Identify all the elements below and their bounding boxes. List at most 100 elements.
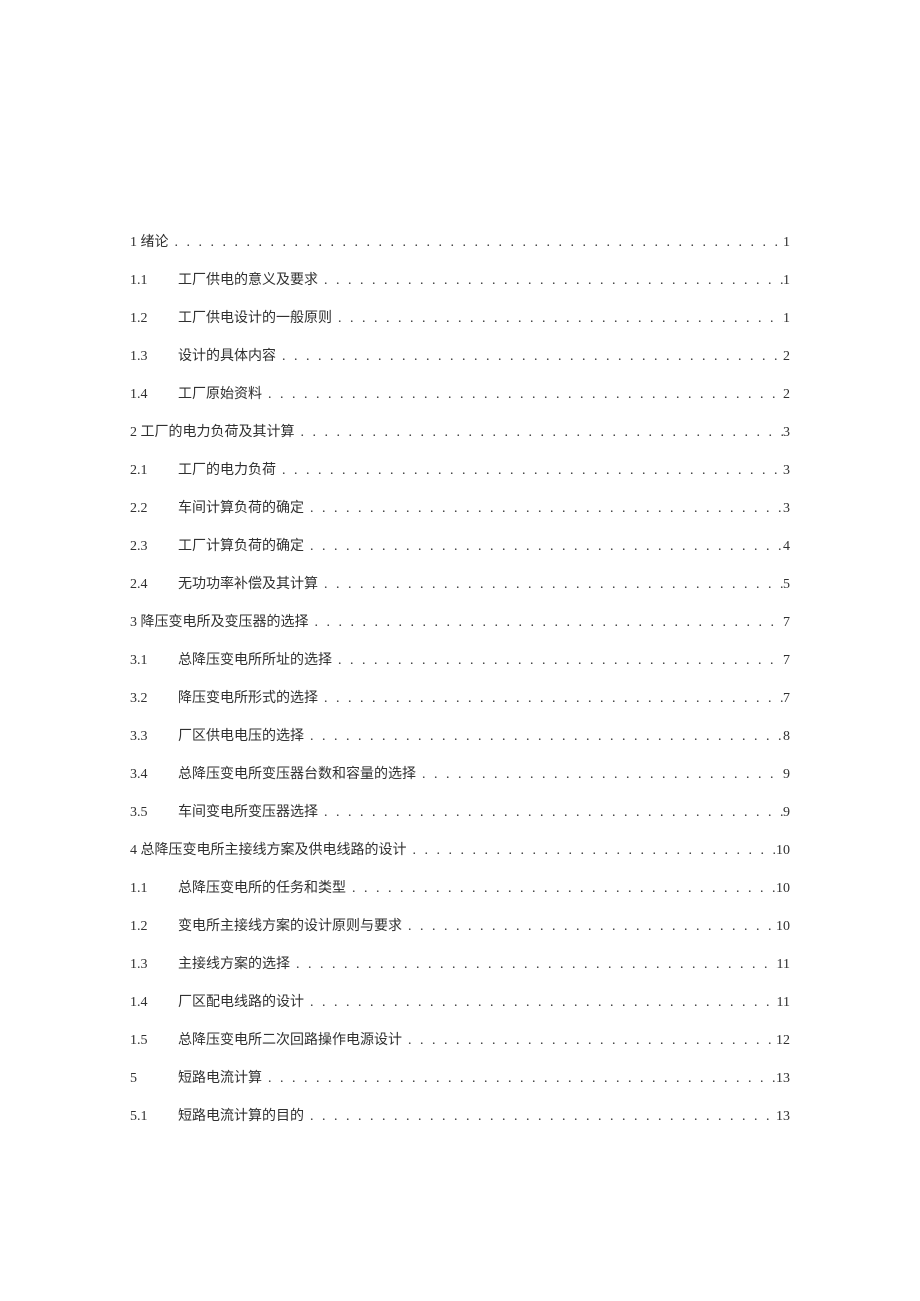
toc-entry: 1 绪论 1 bbox=[130, 232, 790, 253]
toc-entry-title: 车间计算负荷的确定 bbox=[178, 498, 304, 519]
toc-page-number: 8 bbox=[783, 726, 790, 747]
toc-entry-title: 工厂供电的意义及要求 bbox=[178, 270, 318, 291]
toc-page-number: 4 bbox=[783, 536, 790, 557]
toc-chapter-title: 4 总降压变电所主接线方案及供电线路的设计 bbox=[130, 840, 407, 861]
toc-entry-title: 变电所主接线方案的设计原则与要求 bbox=[178, 916, 402, 937]
toc-page-number: 7 bbox=[783, 612, 790, 633]
toc-entry-title: 工厂计算负荷的确定 bbox=[178, 536, 304, 557]
toc-entry-number: 2.2 bbox=[130, 498, 170, 519]
toc-entry: 3.2 降压变电所形式的选择 7 bbox=[130, 688, 790, 709]
toc-page-number: 9 bbox=[783, 802, 790, 823]
toc-entry-number: 3.2 bbox=[130, 688, 170, 709]
toc-dot-leader bbox=[279, 460, 783, 481]
toc-entry-title: 厂区配电线路的设计 bbox=[178, 992, 304, 1013]
toc-entry-title: 短路电流计算的目的 bbox=[178, 1106, 304, 1127]
toc-entry: 3.4 总降压变电所变压器台数和容量的选择 9 bbox=[130, 764, 790, 785]
toc-entry: 4 总降压变电所主接线方案及供电线路的设计 10 bbox=[130, 840, 790, 861]
toc-dot-leader bbox=[349, 878, 776, 899]
toc-entry-number: 1.1 bbox=[130, 270, 170, 291]
toc-page-number: 12 bbox=[776, 1030, 790, 1051]
toc-page-number: 5 bbox=[783, 574, 790, 595]
toc-page-number: 2 bbox=[783, 384, 790, 405]
toc-dot-leader bbox=[321, 574, 783, 595]
toc-entry-number: 1.4 bbox=[130, 992, 170, 1013]
toc-page-number: 1 bbox=[783, 232, 790, 253]
toc-page-number: 1 bbox=[783, 270, 790, 291]
toc-page-number: 9 bbox=[783, 764, 790, 785]
toc-dot-leader bbox=[335, 308, 783, 329]
toc-entry: 1.1 工厂供电的意义及要求 1 bbox=[130, 270, 790, 291]
toc-page-number: 3 bbox=[783, 422, 790, 443]
toc-entry-number: 1.1 bbox=[130, 878, 170, 899]
toc-entry: 2.3 工厂计算负荷的确定 4 bbox=[130, 536, 790, 557]
toc-page-number: 13 bbox=[776, 1068, 790, 1089]
toc-entry: 1.3主接线方案的选择11 bbox=[130, 954, 790, 975]
toc-entry: 2.4无功功率补偿及其计算5 bbox=[130, 574, 790, 595]
toc-dot-leader bbox=[410, 840, 777, 861]
toc-entry-title: 短路电流计算 bbox=[178, 1068, 262, 1089]
toc-entry: 1.2工厂供电设计的一般原则1 bbox=[130, 308, 790, 329]
toc-entry-title: 总降压变电所二次回路操作电源设计 bbox=[178, 1030, 402, 1051]
toc-entry: 1.2 变电所主接线方案的设计原则与要求 10 bbox=[130, 916, 790, 937]
toc-dot-leader bbox=[293, 954, 777, 975]
toc-entry-title: 总降压变电所变压器台数和容量的选择 bbox=[178, 764, 416, 785]
toc-entry-title: 工厂的电力负荷 bbox=[178, 460, 276, 481]
toc-dot-leader bbox=[321, 802, 783, 823]
toc-entry-number: 5 bbox=[130, 1068, 170, 1089]
toc-entry: 1.1总降压变电所的任务和类型10 bbox=[130, 878, 790, 899]
toc-dot-leader bbox=[321, 270, 783, 291]
toc-page-number: 10 bbox=[776, 916, 790, 937]
toc-entry-number: 3.4 bbox=[130, 764, 170, 785]
toc-entry: 2.2 车间计算负荷的确定 3 bbox=[130, 498, 790, 519]
toc-entry-number: 2.1 bbox=[130, 460, 170, 481]
toc-entry-title: 厂区供电电压的选择 bbox=[178, 726, 304, 747]
toc-page-number: 7 bbox=[783, 688, 790, 709]
toc-entry-title: 车间变电所变压器选择 bbox=[178, 802, 318, 823]
toc-dot-leader bbox=[265, 384, 783, 405]
toc-dot-leader bbox=[279, 346, 783, 367]
toc-dot-leader bbox=[405, 916, 776, 937]
toc-page-number: 11 bbox=[777, 954, 790, 975]
toc-entry: 2.1工厂的电力负荷3 bbox=[130, 460, 790, 481]
toc-page-number: 13 bbox=[776, 1106, 790, 1127]
toc-dot-leader bbox=[307, 992, 777, 1013]
toc-entry-number: 2.3 bbox=[130, 536, 170, 557]
toc-entry-title: 设计的具体内容 bbox=[178, 346, 276, 367]
toc-page-number: 10 bbox=[776, 840, 790, 861]
toc-page-number: 3 bbox=[783, 498, 790, 519]
toc-page-number: 11 bbox=[777, 992, 790, 1013]
toc-entry: 3 降压变电所及变压器的选择 7 bbox=[130, 612, 790, 633]
toc-dot-leader bbox=[335, 650, 783, 671]
toc-entry: 1.3 设计的具体内容 2 bbox=[130, 346, 790, 367]
toc-entry-title: 总降压变电所所址的选择 bbox=[178, 650, 332, 671]
toc-entry: 1.5 总降压变电所二次回路操作电源设计 12 bbox=[130, 1030, 790, 1051]
toc-dot-leader bbox=[405, 1030, 776, 1051]
toc-page-number: 2 bbox=[783, 346, 790, 367]
toc-entry-number: 1.5 bbox=[130, 1030, 170, 1051]
toc-entry: 2 工厂的电力负荷及其计算 3 bbox=[130, 422, 790, 443]
toc-entry: 5 短路电流计算 13 bbox=[130, 1068, 790, 1089]
toc-page-number: 7 bbox=[783, 650, 790, 671]
toc-chapter-title: 2 工厂的电力负荷及其计算 bbox=[130, 422, 295, 443]
toc-container: 1 绪论 1 1.1 工厂供电的意义及要求 1 1.2工厂供电设计的一般原则1 1.3 设计的… bbox=[0, 0, 920, 1127]
toc-entry-number: 2.4 bbox=[130, 574, 170, 595]
toc-chapter-title: 1 绪论 bbox=[130, 232, 169, 253]
toc-entry: 1.4 工厂原始资料 2 bbox=[130, 384, 790, 405]
toc-dot-leader bbox=[298, 422, 784, 443]
toc-entry-number: 1.2 bbox=[130, 916, 170, 937]
toc-entry-number: 3.5 bbox=[130, 802, 170, 823]
toc-entry-number: 1.4 bbox=[130, 384, 170, 405]
toc-entry-number: 1.3 bbox=[130, 954, 170, 975]
toc-entry-title: 降压变电所形式的选择 bbox=[178, 688, 318, 709]
toc-entry-number: 5.1 bbox=[130, 1106, 170, 1127]
toc-entry-title: 工厂原始资料 bbox=[178, 384, 262, 405]
toc-chapter-title: 3 降压变电所及变压器的选择 bbox=[130, 612, 309, 633]
toc-entry: 3.1总降压变电所所址的选择7 bbox=[130, 650, 790, 671]
toc-entry: 3.5 车间变电所变压器选择 9 bbox=[130, 802, 790, 823]
toc-entry: 3.3厂区供电电压的选择8 bbox=[130, 726, 790, 747]
toc-entry-number: 1.2 bbox=[130, 308, 170, 329]
toc-dot-leader bbox=[307, 536, 783, 557]
toc-entry-title: 总降压变电所的任务和类型 bbox=[178, 878, 346, 899]
toc-dot-leader bbox=[419, 764, 783, 785]
toc-entry-number: 1.3 bbox=[130, 346, 170, 367]
